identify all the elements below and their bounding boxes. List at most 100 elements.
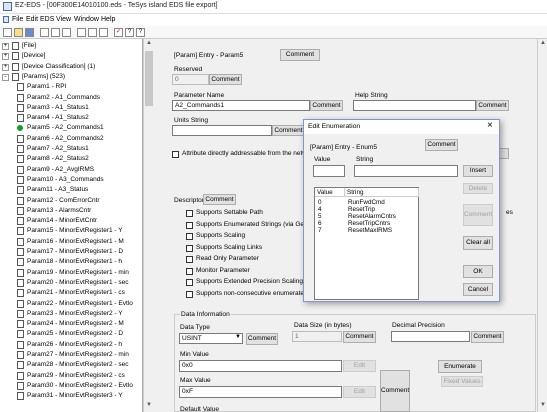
scroll-up-icon[interactable]: ▲ — [145, 40, 153, 48]
descriptor-checkbox[interactable] — [186, 279, 193, 286]
reserved-comment-button[interactable]: Comment — [209, 74, 242, 85]
descriptor-checkbox[interactable] — [186, 256, 193, 263]
min-edit-button[interactable]: Edit — [343, 360, 376, 372]
param-name-field[interactable]: A2_Commands1 — [172, 100, 310, 111]
enum-row[interactable]: 7 ResetMaxIRMS — [315, 227, 423, 234]
tree-item-label: Param5 - A2_Commands1 — [27, 124, 104, 132]
decimal-comment-button[interactable]: Comment — [471, 331, 504, 343]
clear-all-button[interactable]: Clear all — [463, 236, 493, 250]
cut-icon[interactable] — [40, 28, 49, 37]
descriptor-checkbox[interactable] — [186, 244, 193, 252]
descriptor-checkbox[interactable] — [186, 290, 193, 298]
tree-item-label: Param13 - AlarmsCntr — [27, 206, 92, 214]
document-icon — [17, 299, 24, 308]
menu-window[interactable]: Window — [74, 16, 99, 23]
descriptor-checkbox[interactable] — [186, 267, 193, 275]
enum-row[interactable]: 5 ResetAlarmCntrs — [315, 213, 423, 220]
about-icon[interactable]: ? — [136, 28, 145, 37]
descriptor-label: Descriptor — [174, 197, 205, 204]
ok-button[interactable]: OK — [463, 265, 493, 278]
descriptor-comment-button[interactable]: Comment — [203, 194, 236, 205]
cancel-button[interactable]: Cancel — [463, 283, 493, 296]
document-icon — [17, 361, 24, 370]
decimal-precision-field[interactable] — [391, 331, 470, 342]
datatype-comment-button[interactable]: Comment — [246, 333, 278, 345]
data-type-select[interactable]: USINT ▼ — [179, 333, 243, 344]
expand-icon[interactable]: + — [2, 53, 9, 61]
max-edit-button[interactable]: Edit — [343, 386, 376, 398]
help-comment-button[interactable]: Comment — [476, 100, 509, 111]
enum-value-field[interactable] — [313, 165, 345, 177]
units-string-field[interactable] — [172, 125, 272, 136]
menu-eds[interactable]: EDS — [40, 16, 54, 23]
enum-row[interactable]: 6 ResetTripCntrs — [315, 220, 423, 227]
document-icon — [17, 103, 24, 112]
descriptor-checkbox[interactable] — [186, 221, 193, 229]
enum-header-comment-button[interactable]: Comment — [425, 139, 458, 151]
find-icon[interactable] — [77, 28, 86, 37]
new-icon[interactable] — [3, 28, 12, 37]
tree-scrollbar[interactable]: ▲ ▼ — [143, 39, 153, 412]
close-icon[interactable]: × — [487, 120, 493, 131]
window-title: EZ-EDS - [00F300E14010100.eds - TeSys is… — [15, 2, 218, 9]
insert-button[interactable]: Insert — [463, 165, 493, 177]
data-size-label: Data Size (in bytes) — [294, 322, 352, 329]
units-comment-button[interactable]: Comment — [272, 125, 305, 136]
col-string-header[interactable]: String — [345, 188, 419, 197]
dialog-title: Edit Enumeration — [308, 123, 361, 130]
enum-row-string: ResetTripCntrs — [348, 220, 391, 227]
panel-scroll-down-icon[interactable]: ▼ — [539, 402, 547, 410]
enum-comment-button[interactable]: Comment — [463, 204, 493, 226]
parameter-tree[interactable]: + [File] + [Device] + [Device Classification]… — [0, 39, 143, 412]
delete-button[interactable]: Delete — [463, 183, 493, 194]
header-comment-button[interactable]: Comment — [280, 49, 320, 61]
paste-icon[interactable] — [62, 28, 71, 37]
document-icon — [17, 330, 24, 339]
menu-view[interactable]: View — [56, 16, 71, 23]
fixed-values-button[interactable]: Fixed Values — [441, 376, 483, 387]
preview-icon[interactable] — [99, 28, 108, 37]
scroll-thumb[interactable] — [145, 51, 153, 106]
descriptor-checkbox-label: Supports Settable Path — [196, 209, 263, 216]
reserved-field[interactable]: 0 — [172, 74, 209, 85]
enumerate-button[interactable]: Enumerate — [438, 360, 482, 373]
reserved-label: Reserved — [174, 66, 203, 73]
enum-row[interactable]: 4 ResetTrip — [315, 206, 423, 213]
print-icon[interactable] — [88, 28, 97, 37]
scroll-down-icon[interactable]: ▼ — [145, 402, 153, 410]
tree-item-label: Param20 - MinorEvtRegister1 - sec — [27, 278, 129, 286]
datasize-comment-button[interactable]: Comment — [343, 331, 376, 343]
menu-file[interactable]: File — [12, 16, 23, 23]
panel-scroll-up-icon[interactable]: ▲ — [539, 40, 547, 48]
validate-icon[interactable]: ✓ — [114, 28, 123, 37]
copy-icon[interactable] — [51, 28, 60, 37]
menu-edit[interactable]: Edit — [26, 16, 38, 23]
descriptor-checkbox[interactable] — [186, 233, 193, 240]
tree-item-label: [Device] — [22, 52, 46, 60]
min-value-field[interactable]: 0x0 — [179, 360, 342, 372]
title-bar: EZ-EDS - [00F300E14010100.eds - TeSys is… — [0, 0, 547, 14]
attr-addressable-label: Attribute directly addressable from the … — [182, 150, 317, 157]
descriptor-checkbox[interactable] — [186, 210, 193, 217]
tree-item-label: Param25 - MinorEvtRegister2 - D — [27, 330, 124, 338]
enum-row[interactable]: 0 RunFwdCmd — [315, 199, 423, 206]
max-value-field[interactable]: 0xF — [179, 386, 342, 398]
open-icon[interactable] — [14, 28, 23, 37]
help-icon[interactable]: ? — [125, 28, 134, 37]
data-size-field[interactable]: 1 — [292, 331, 342, 342]
menu-help[interactable]: Help — [101, 16, 115, 23]
data-type-label: Data Type — [180, 324, 210, 331]
enum-list[interactable]: Value String 0 RunFwdCmd 4 ResetTrip 5 ResetA… — [314, 187, 419, 300]
document-icon — [12, 62, 19, 71]
help-string-field[interactable] — [353, 100, 476, 111]
expand-icon[interactable]: + — [2, 63, 9, 71]
expand-icon[interactable]: + — [2, 43, 9, 50]
name-comment-button[interactable]: Comment — [310, 100, 343, 111]
save-icon[interactable] — [25, 28, 34, 37]
enum-string-field[interactable] — [354, 165, 458, 177]
col-value-header[interactable]: Value — [315, 188, 345, 197]
collapse-icon[interactable]: - — [2, 73, 9, 81]
value-comment-button[interactable]: Comment — [380, 370, 410, 412]
panel-scrollbar[interactable]: ▲ ▼ — [537, 39, 547, 412]
attr-addressable-checkbox[interactable] — [172, 151, 179, 158]
